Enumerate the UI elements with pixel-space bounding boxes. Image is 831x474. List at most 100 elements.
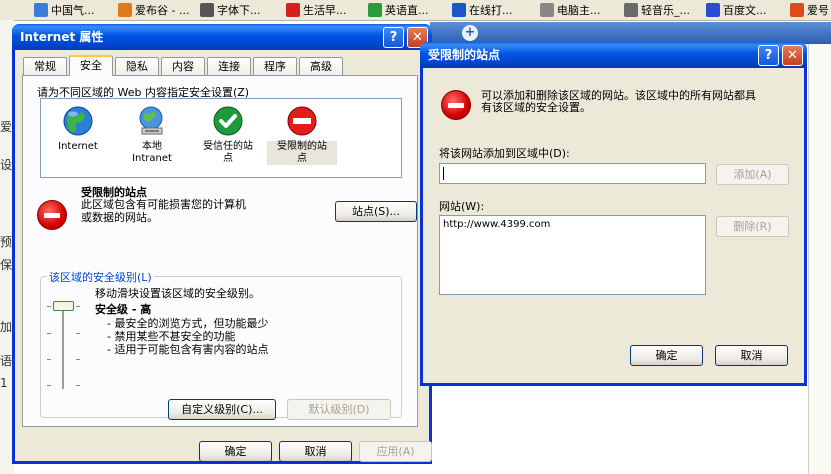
restricted-zone-icon (37, 200, 67, 230)
favorite-label: 百度文... (723, 4, 767, 17)
tab-6[interactable]: 高级 (299, 57, 343, 75)
favicon-weather (34, 3, 48, 17)
zone-local-intranet-label: 本地 Intranet (132, 141, 172, 164)
favorites-bar: 中国气... 爱布谷 - ... 字体下... 生活早... 英语直... 在线打... 电… (0, 0, 831, 21)
security-level-group-title: 该区域的安全级别(L) (47, 269, 154, 285)
background-page-bottom (430, 384, 808, 474)
cancel-button[interactable]: 取消 (279, 441, 352, 462)
zone-restricted-sites-label: 受限制的站 点 (267, 141, 337, 165)
add-site-label: 将该网站添加到区域中(D): (439, 147, 570, 160)
security-slider-track (62, 307, 65, 389)
security-level-points: - 最安全的浏览方式，但功能最少 - 禁用某些不甚安全的功能 - 适用于可能包含… (107, 317, 268, 356)
favicon-aibugu (118, 3, 132, 17)
favicon-font (200, 3, 214, 17)
security-level-point: - 禁用某些不甚安全的功能 (107, 330, 236, 343)
background-text-fragment: 爱 (0, 120, 13, 134)
zone-local-intranet[interactable]: 本地 Intranet (117, 105, 187, 165)
favorite-label: 轻音乐_... (641, 4, 690, 17)
internet-properties-window: Internet 属性 ? ✕ 常规 安全 隐私 内容 连接 程序 高级 请为不同区域的 W… (12, 24, 432, 464)
favicon-life (286, 3, 300, 17)
tab-2[interactable]: 隐私 (115, 57, 159, 75)
restricted-sites-info: 可以添加和删除该区域的网站。该区域中的所有网站都具 有该区域的安全设置。 (481, 89, 756, 114)
help-button[interactable]: ? (383, 27, 404, 48)
tab-5[interactable]: 程序 (253, 57, 297, 75)
custom-level-button[interactable]: 自定义级别(C)... (168, 399, 276, 420)
cancel-button[interactable]: 取消 (715, 345, 788, 366)
favorite-link[interactable]: 中国气... (34, 2, 95, 18)
window-title: Internet 属性 (20, 30, 104, 44)
zone-internet-label: Internet (58, 141, 98, 152)
default-level-button[interactable]: 默认级别(D) (287, 399, 391, 420)
security-level-point: - 最安全的浏览方式，但功能最少 (107, 317, 269, 330)
restricted-sites-window: 受限制的站点 ? ✕ 可以添加和删除该区域的网站。该区域中的所有网站都具 有该区… (420, 42, 807, 386)
site-list-item[interactable]: http://www.4399.com (443, 219, 702, 230)
favicon-computer (540, 3, 554, 17)
background-text-fragment: 1 (0, 376, 8, 390)
favorite-link[interactable]: 轻音乐_... (624, 2, 690, 18)
internet-properties-titlebar[interactable]: Internet 属性 ? ✕ (12, 24, 432, 50)
favorite-label: 在线打... (469, 4, 513, 17)
help-button[interactable]: ? (758, 45, 779, 66)
favorite-label: 电脑主... (557, 4, 601, 17)
background-text-fragment: 预 (0, 235, 13, 249)
favorite-link[interactable]: 在线打... (452, 2, 513, 18)
restricted-zone-icon (441, 90, 471, 120)
restricted-sites-icon (286, 105, 318, 137)
zone-trusted-sites-label: 受信任的站 点 (203, 141, 253, 164)
sites-list-label: 网站(W): (439, 200, 485, 213)
favorite-link[interactable]: 英语直... (368, 2, 429, 18)
zone-internet[interactable]: Internet (43, 105, 113, 153)
favorite-link[interactable]: 字体下... (200, 2, 261, 18)
background-text-fragment: 加 (0, 320, 13, 334)
background-text-fragment: 保 (0, 258, 13, 272)
tab-0[interactable]: 常规 (23, 57, 67, 75)
remove-site-button[interactable]: 删除(R) (716, 216, 789, 237)
favicon-ku (452, 3, 466, 17)
security-slider-thumb[interactable] (53, 301, 74, 311)
favicon-english (368, 3, 382, 17)
tab-4[interactable]: 连接 (207, 57, 251, 75)
restricted-sites-title: 受限制的站点 (428, 48, 501, 62)
favorite-link[interactable]: 电脑主... (540, 2, 601, 18)
favorite-link[interactable]: 爱号 (790, 2, 829, 18)
add-site-input[interactable] (439, 163, 706, 184)
background-text-fragment: 语 (0, 354, 13, 368)
favorite-label: 中国气... (51, 4, 95, 17)
favorite-label: 英语直... (385, 4, 429, 17)
ok-button[interactable]: 确定 (199, 441, 272, 462)
favorite-label: 爱号 (807, 4, 829, 17)
add-site-button[interactable]: 添加(A) (716, 164, 789, 185)
zone-trusted-sites[interactable]: 受信任的站 点 (193, 105, 263, 165)
favorite-label: 生活早... (303, 4, 347, 17)
favorite-link[interactable]: 百度文... (706, 2, 767, 18)
favorite-label: 爱布谷 - ... (135, 4, 190, 17)
zone-restricted-sites[interactable]: 受限制的站 点 (267, 105, 337, 165)
favorite-link[interactable]: 生活早... (286, 2, 347, 18)
selected-zone-description: 此区域包含有可能损害您的计算机 或数据的网站。 (81, 198, 246, 224)
tab-1[interactable]: 安全 (69, 55, 113, 76)
background-page-right (808, 44, 831, 474)
globe-icon (62, 105, 94, 137)
local-intranet-icon (136, 105, 168, 137)
ok-button[interactable]: 确定 (630, 345, 703, 366)
tab-3[interactable]: 内容 (161, 57, 205, 75)
new-tab-button[interactable]: + (462, 25, 478, 41)
slider-hint: 移动滑块设置该区域的安全级别。 (95, 287, 260, 300)
background-tab-bar: + (430, 22, 831, 44)
apply-button[interactable]: 应用(A) (359, 441, 432, 462)
text-caret (443, 167, 444, 180)
favicon-music (624, 3, 638, 17)
close-button[interactable]: ✕ (782, 45, 803, 66)
trusted-sites-icon (212, 105, 244, 137)
background-text-fragment: 设 (0, 158, 13, 172)
favicon-aihao (790, 3, 804, 17)
favorite-label: 字体下... (217, 4, 261, 17)
security-tab-panel: 请为不同区域的 Web 内容指定安全设置(Z) Internet 本地 Intr… (22, 75, 418, 427)
favorite-link[interactable]: 爱布谷 - ... (118, 2, 189, 18)
security-level-title: 安全级 - 高 (95, 303, 152, 316)
security-level-point: - 适用于可能包含有害内容的站点 (107, 343, 269, 356)
sites-button[interactable]: 站点(S)... (335, 201, 417, 222)
restricted-sites-titlebar[interactable]: 受限制的站点 ? ✕ (420, 42, 807, 68)
sites-list[interactable]: http://www.4399.com (439, 215, 706, 295)
favicon-baidu (706, 3, 720, 17)
